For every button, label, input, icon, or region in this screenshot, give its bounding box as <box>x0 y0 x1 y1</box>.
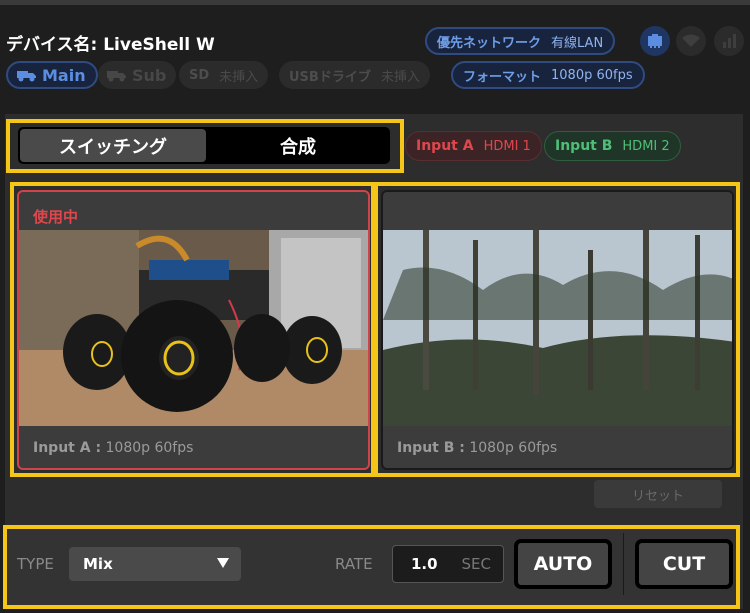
format-value: 1080p 60fps <box>551 67 633 83</box>
sd-value: 未挿入 <box>219 69 259 85</box>
network-value: 有線LAN <box>551 35 604 51</box>
input-a-name: Input A <box>416 138 474 154</box>
input-b-source: HDMI 2 <box>622 138 670 154</box>
input-b-name: Input B <box>555 138 613 154</box>
format-pill[interactable]: フォーマット 1080p 60fps <box>451 61 645 89</box>
highlight-frame-input-a <box>10 182 375 477</box>
truck-icon <box>17 71 36 82</box>
signal-icon <box>714 26 744 56</box>
usb-label: USBドライブ <box>289 69 371 85</box>
highlight-frame-input-b <box>374 182 740 477</box>
format-label: フォーマット <box>463 69 542 85</box>
device-value: LiveShell W <box>103 35 215 55</box>
ethernet-icon <box>640 26 670 56</box>
sub-label: Sub <box>132 65 167 85</box>
sub-stream-pill[interactable]: Sub <box>98 61 177 89</box>
highlight-frame-mode <box>6 119 404 173</box>
input-a-source: HDMI 1 <box>483 138 531 154</box>
network-pill[interactable]: 優先ネットワーク 有線LAN <box>425 27 616 55</box>
sd-pill: SD 未挿入 <box>179 61 269 89</box>
input-a-pill: Input A HDMI 1 <box>405 131 542 161</box>
device-name: デバイス名: LiveShell W <box>6 30 215 55</box>
main-label: Main <box>42 65 86 85</box>
highlight-frame-controls <box>3 525 740 609</box>
usb-pill: USBドライブ 未挿入 <box>279 61 430 89</box>
input-b-pill: Input B HDMI 2 <box>544 131 681 161</box>
network-label: 優先ネットワーク <box>437 35 542 51</box>
usb-value: 未挿入 <box>380 69 420 85</box>
truck-icon <box>107 71 126 82</box>
main-stream-pill[interactable]: Main <box>6 61 98 89</box>
wifi-icon <box>676 26 706 56</box>
top-strip <box>0 0 750 5</box>
device-label: デバイス名: <box>6 35 98 55</box>
reset-button[interactable]: リセット <box>594 480 722 508</box>
sd-label: SD <box>189 67 210 83</box>
